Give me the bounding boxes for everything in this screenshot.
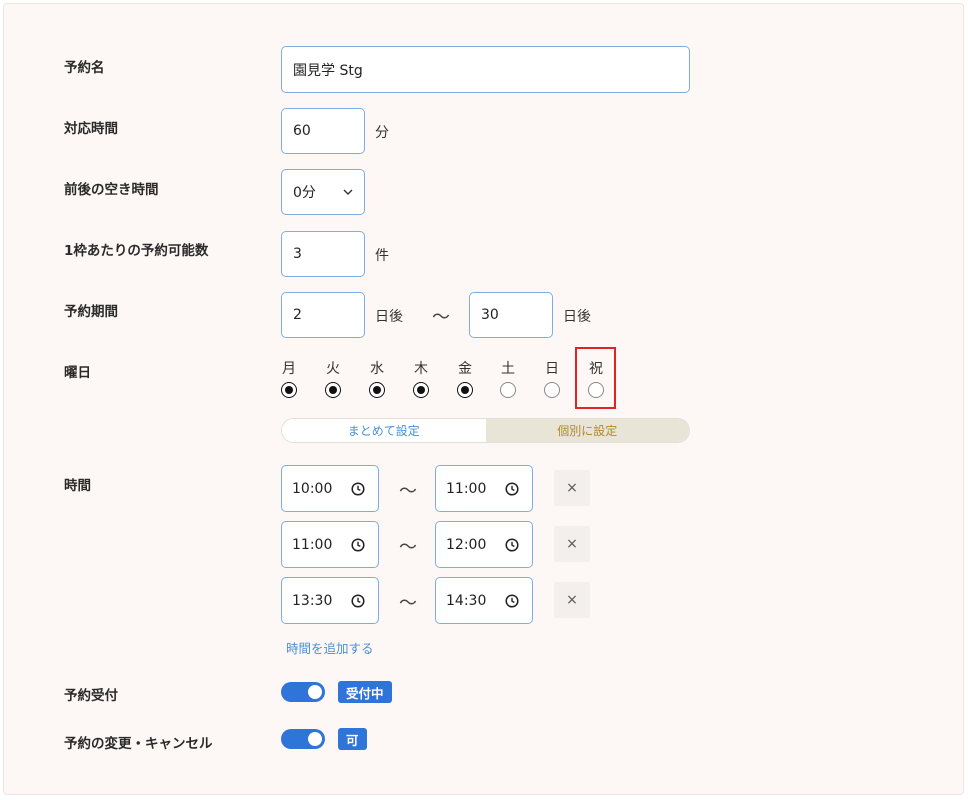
day-radio-tue[interactable] bbox=[325, 382, 341, 398]
time-start-value: 11:00 bbox=[292, 536, 333, 553]
period-separator: 〜 bbox=[432, 307, 450, 328]
buffer-value: 0分 bbox=[293, 185, 316, 201]
clock-icon bbox=[351, 482, 365, 496]
period-to-input[interactable]: 30 bbox=[469, 292, 553, 338]
day-radio-wed[interactable] bbox=[369, 382, 385, 398]
weekday-mode-toggle: まとめて設定 個別に設定 bbox=[281, 418, 690, 443]
changeable-status-badge: 可 bbox=[338, 728, 367, 750]
chevron-down-icon bbox=[343, 189, 353, 195]
remove-time-button[interactable]: × bbox=[554, 582, 590, 618]
buffer-label: 前後の空き時間 bbox=[64, 182, 159, 198]
times-label: 時間 bbox=[64, 478, 91, 494]
capacity-label: 1枠あたりの予約可能数 bbox=[64, 243, 209, 259]
reservation-name-input[interactable]: 園見学 Stg bbox=[281, 46, 690, 93]
close-icon: × bbox=[566, 536, 578, 552]
time-separator: 〜 bbox=[399, 593, 417, 614]
clock-icon bbox=[505, 538, 519, 552]
reservation-name-value: 園見学 Stg bbox=[293, 62, 363, 79]
day-label-wed: 水 bbox=[370, 361, 384, 377]
time-end-input[interactable]: 14:30 bbox=[435, 577, 533, 624]
weekdays-label: 曜日 bbox=[64, 365, 91, 381]
duration-input[interactable]: 60 bbox=[281, 108, 365, 154]
period-from-value: 2 bbox=[293, 307, 302, 323]
time-end-input[interactable]: 12:00 bbox=[435, 521, 533, 568]
mode-individual-button[interactable]: 個別に設定 bbox=[485, 419, 689, 442]
time-start-value: 13:30 bbox=[292, 592, 333, 609]
close-icon: × bbox=[566, 480, 578, 496]
day-label-mon: 月 bbox=[282, 361, 296, 377]
day-label-tue: 火 bbox=[326, 361, 340, 377]
time-separator: 〜 bbox=[399, 481, 417, 502]
time-end-value: 14:30 bbox=[446, 592, 487, 609]
holiday-highlight-box bbox=[575, 347, 616, 409]
time-end-value: 12:00 bbox=[446, 536, 487, 553]
time-end-input[interactable]: 11:00 bbox=[435, 465, 533, 512]
day-radio-sun[interactable] bbox=[544, 382, 560, 398]
period-label: 予約期間 bbox=[64, 304, 118, 320]
time-end-value: 11:00 bbox=[446, 480, 487, 497]
day-radio-fri[interactable] bbox=[457, 382, 473, 398]
period-to-value: 30 bbox=[481, 307, 499, 323]
settings-panel bbox=[3, 3, 964, 795]
clock-icon bbox=[505, 482, 519, 496]
time-separator: 〜 bbox=[399, 537, 417, 558]
capacity-input[interactable]: 3 bbox=[281, 231, 365, 277]
duration-value: 60 bbox=[293, 123, 311, 139]
day-label-sun: 日 bbox=[545, 361, 559, 377]
mode-bulk-button[interactable]: まとめて設定 bbox=[282, 419, 486, 442]
reservation-name-label: 予約名 bbox=[64, 60, 105, 76]
remove-time-button[interactable]: × bbox=[554, 526, 590, 562]
add-time-link[interactable]: 時間を追加する bbox=[286, 638, 374, 657]
day-radio-mon[interactable] bbox=[281, 382, 297, 398]
clock-icon bbox=[351, 538, 365, 552]
period-to-unit: 日後 bbox=[563, 309, 591, 325]
day-radio-thu[interactable] bbox=[413, 382, 429, 398]
accepting-status-badge: 受付中 bbox=[338, 681, 392, 703]
capacity-value: 3 bbox=[293, 246, 302, 262]
day-label-sat: 土 bbox=[501, 361, 515, 377]
time-start-input[interactable]: 13:30 bbox=[281, 577, 379, 624]
duration-label: 対応時間 bbox=[64, 121, 118, 137]
accepting-label: 予約受付 bbox=[64, 688, 118, 704]
period-from-unit: 日後 bbox=[375, 309, 403, 325]
changeable-toggle[interactable] bbox=[281, 729, 325, 749]
day-label-thu: 木 bbox=[414, 361, 428, 377]
remove-time-button[interactable]: × bbox=[554, 470, 590, 506]
clock-icon bbox=[505, 594, 519, 608]
capacity-unit: 件 bbox=[375, 248, 389, 264]
duration-unit: 分 bbox=[375, 125, 389, 141]
day-radio-sat[interactable] bbox=[500, 382, 516, 398]
accepting-toggle[interactable] bbox=[281, 682, 325, 702]
time-start-input[interactable]: 10:00 bbox=[281, 465, 379, 512]
time-start-value: 10:00 bbox=[292, 480, 333, 497]
close-icon: × bbox=[566, 592, 578, 608]
buffer-select[interactable]: 0分 bbox=[281, 169, 365, 215]
period-from-input[interactable]: 2 bbox=[281, 292, 365, 338]
time-start-input[interactable]: 11:00 bbox=[281, 521, 379, 568]
day-label-fri: 金 bbox=[458, 361, 472, 377]
clock-icon bbox=[351, 594, 365, 608]
changeable-label: 予約の変更・キャンセル bbox=[64, 736, 213, 752]
